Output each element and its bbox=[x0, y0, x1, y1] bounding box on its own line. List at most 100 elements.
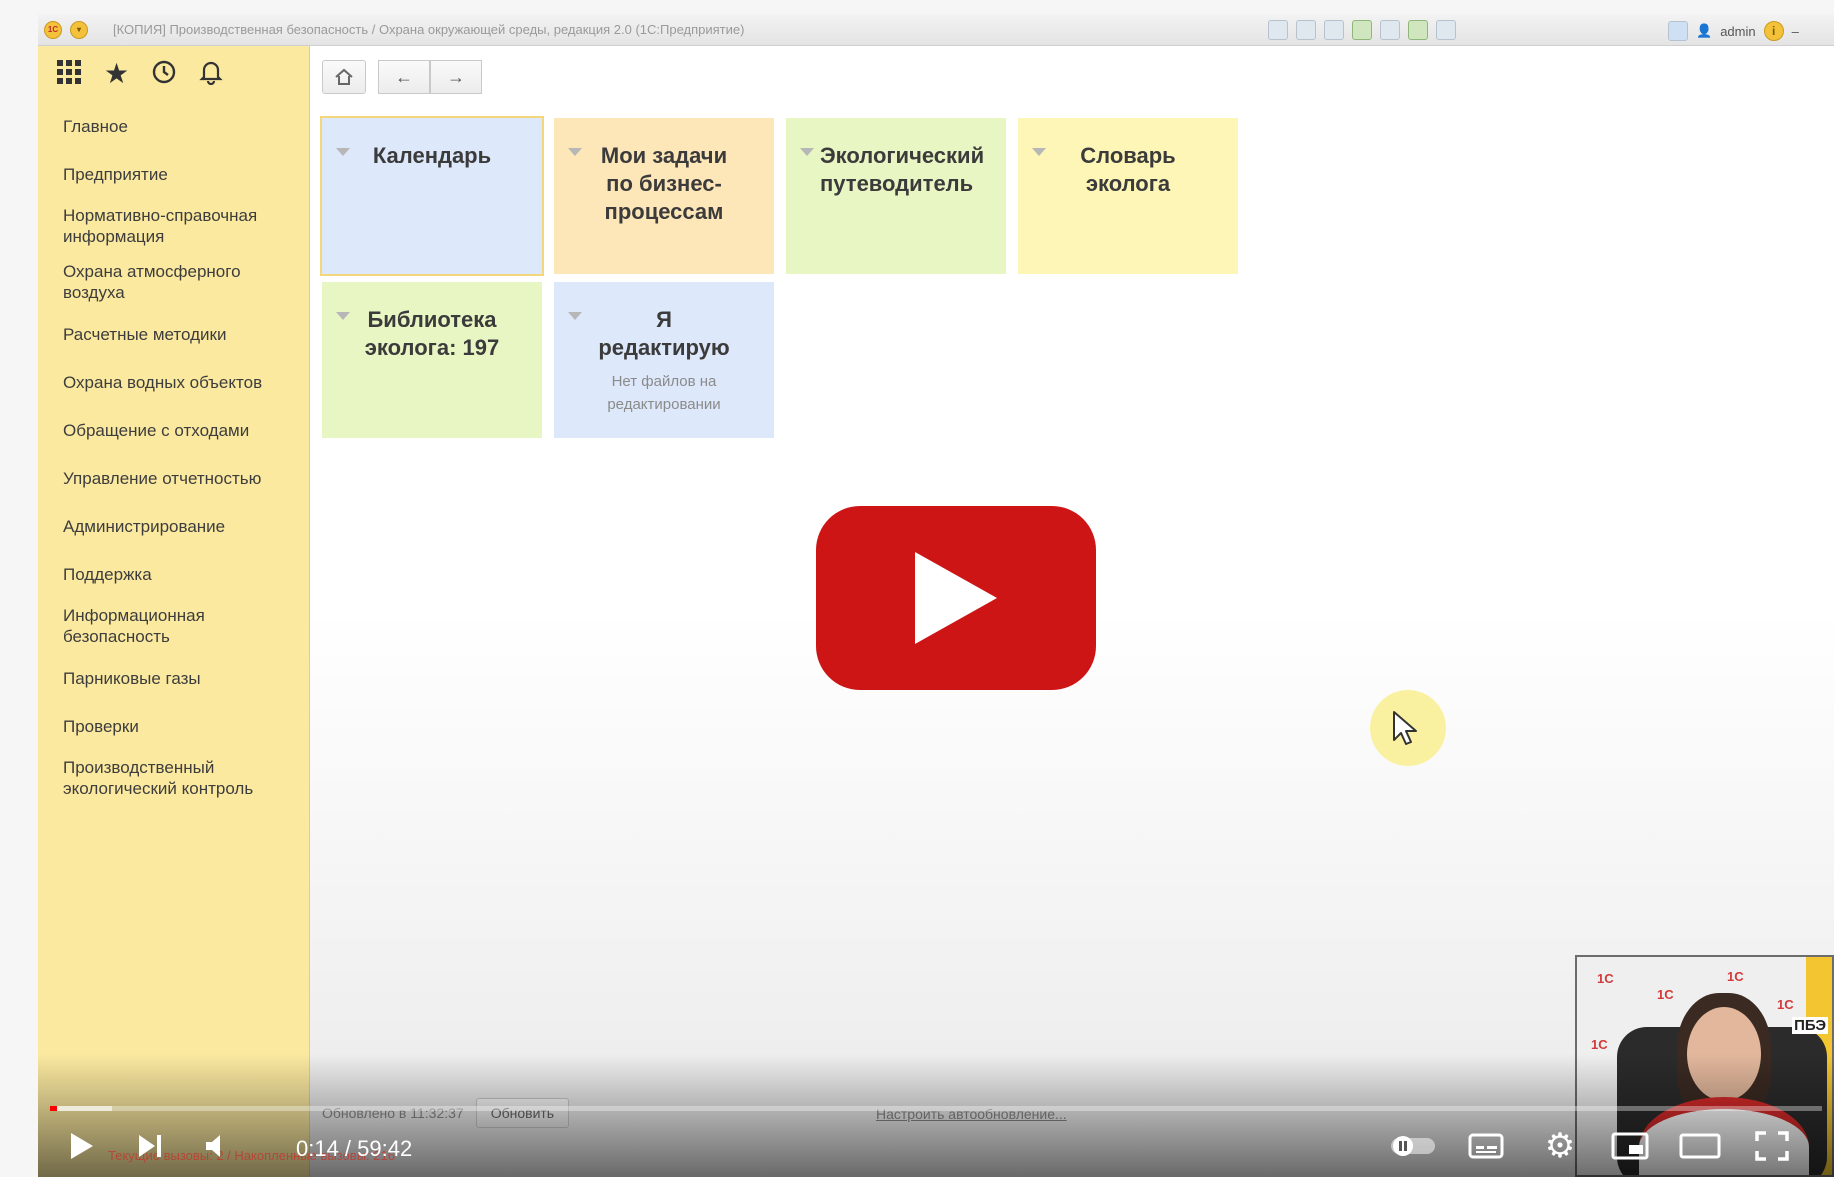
autoplay-toggle[interactable] bbox=[1388, 1124, 1440, 1168]
miniplayer-icon bbox=[1611, 1132, 1649, 1160]
forward-button[interactable]: → bbox=[430, 60, 482, 94]
sidebar-item-label: Охрана атмосферного воздуха bbox=[63, 262, 241, 302]
collapse-caret-icon[interactable] bbox=[568, 312, 582, 320]
home-tile[interactable]: Мои задачи по бизнес-процессам bbox=[554, 118, 774, 274]
sidebar-item[interactable]: Проверки bbox=[38, 702, 309, 750]
star-icon[interactable]: ★ bbox=[104, 60, 129, 88]
sidebar-item[interactable]: Управление отчетностью bbox=[38, 454, 309, 502]
minimize-icon[interactable]: ‒ bbox=[1792, 24, 1799, 39]
play-icon bbox=[915, 552, 997, 644]
fullscreen-button[interactable] bbox=[1750, 1124, 1794, 1168]
tile-title[interactable]: Экологический путеводитель bbox=[796, 142, 996, 198]
sidebar-item-label: Обращение с отходами bbox=[63, 420, 250, 440]
brand-logo-icon: 1С bbox=[1727, 969, 1744, 984]
tile-subtitle: Нет файлов на редактировании bbox=[607, 373, 721, 413]
sidebar-item[interactable]: Администрирование bbox=[38, 502, 309, 550]
sidebar-item-label: Проверки bbox=[63, 716, 139, 736]
home-tile[interactable]: Экологический путеводитель bbox=[786, 118, 1006, 274]
play-icon bbox=[71, 1133, 93, 1159]
print-icon[interactable] bbox=[1296, 20, 1316, 40]
sidebar-item-label: Парниковые газы bbox=[63, 668, 201, 688]
user-name[interactable]: admin bbox=[1720, 24, 1755, 39]
sidebar-item[interactable]: Нормативно-справочная информация bbox=[38, 198, 309, 254]
fullscreen-icon bbox=[1755, 1131, 1789, 1161]
settings-button[interactable]: ⚙ bbox=[1538, 1124, 1582, 1168]
sidebar-toolbar: ★ bbox=[38, 46, 309, 102]
sidebar-item-label: Администрирование bbox=[63, 516, 226, 536]
tile-title[interactable]: Мои задачи по бизнес-процессам bbox=[564, 142, 764, 226]
progress-bar[interactable] bbox=[50, 1106, 1822, 1111]
brand-logo-icon: 1С bbox=[1591, 1037, 1608, 1052]
sidebar-item[interactable]: Предприятие bbox=[38, 150, 309, 198]
collapse-caret-icon[interactable] bbox=[800, 148, 814, 156]
sidebar-item[interactable]: Обращение с отходами bbox=[38, 406, 309, 454]
panel-icon[interactable] bbox=[1668, 21, 1688, 41]
window-titlebar: 1С ▾ [КОПИЯ] Производственная безопаснос… bbox=[38, 14, 1834, 46]
sidebar-item[interactable]: Информационная безопасность bbox=[38, 598, 309, 654]
player-controls: 0:14 / 59:42 ⚙ bbox=[38, 1124, 1834, 1174]
navigation-bar: ← → bbox=[322, 60, 482, 94]
sidebar-item-label: Главное bbox=[63, 116, 128, 136]
mute-button[interactable] bbox=[198, 1124, 238, 1168]
tile-title[interactable]: Календарь bbox=[332, 142, 532, 170]
play-button[interactable] bbox=[816, 506, 1096, 690]
collapse-caret-icon[interactable] bbox=[568, 148, 582, 156]
sections-panel: ★ Главное Предприятие Нормативно-справочна… bbox=[38, 46, 310, 1177]
sidebar-item[interactable]: Производственный экологический контроль bbox=[38, 750, 309, 806]
home-tile[interactable]: Словарь эколога bbox=[1018, 118, 1238, 274]
history-icon[interactable] bbox=[151, 59, 177, 90]
app-logo-icon: 1С bbox=[44, 21, 62, 39]
gear-icon: ⚙ bbox=[1544, 1127, 1576, 1165]
apps-grid-icon[interactable] bbox=[56, 59, 82, 90]
collapse-caret-icon[interactable] bbox=[336, 148, 350, 156]
arrow-left-icon: ← bbox=[395, 66, 413, 87]
sidebar-item[interactable]: Поддержка bbox=[38, 550, 309, 598]
table-icon[interactable] bbox=[1408, 20, 1428, 40]
miniplayer-button[interactable] bbox=[1608, 1124, 1652, 1168]
sidebar-item[interactable]: Главное bbox=[38, 102, 309, 150]
collapse-caret-icon[interactable] bbox=[336, 312, 350, 320]
arrow-right-icon: → bbox=[447, 66, 465, 87]
subtitles-icon bbox=[1468, 1133, 1504, 1159]
history-nav: ← → bbox=[378, 60, 482, 94]
sidebar-item-label: Предприятие bbox=[63, 164, 168, 184]
play-toggle[interactable] bbox=[62, 1124, 102, 1168]
video-frame[interactable]: 1С ▾ [КОПИЯ] Производственная безопаснос… bbox=[38, 14, 1834, 1177]
tile-title[interactable]: Я редактирую bbox=[564, 306, 764, 362]
presenter-face bbox=[1687, 1007, 1761, 1101]
tile-title[interactable]: Библиотека эколога: 197 bbox=[332, 306, 532, 362]
main-menu-icon[interactable]: ▾ bbox=[70, 21, 88, 39]
tile-title[interactable]: Словарь эколога bbox=[1028, 142, 1228, 198]
sidebar-item[interactable]: Парниковые газы bbox=[38, 654, 309, 702]
collapse-caret-icon[interactable] bbox=[1032, 148, 1046, 156]
sidebar-item[interactable]: Расчетные методики bbox=[38, 310, 309, 358]
user-icon: 👤 bbox=[1696, 23, 1713, 38]
save-icon[interactable] bbox=[1268, 20, 1288, 40]
users-icon[interactable] bbox=[1352, 20, 1372, 40]
next-button[interactable] bbox=[130, 1124, 170, 1168]
subtitles-button[interactable] bbox=[1464, 1124, 1508, 1168]
autoplay-toggle-icon bbox=[1391, 1136, 1435, 1156]
sidebar-item[interactable]: Охрана атмосферного воздуха bbox=[38, 254, 309, 310]
home-tile[interactable]: Библиотека эколога: 197 bbox=[322, 282, 542, 438]
sidebar-item-label: Информационная безопасность bbox=[63, 606, 205, 646]
info-icon[interactable]: i bbox=[1763, 21, 1784, 41]
home-tile[interactable]: Я редактирую Нет файлов на редактировании bbox=[554, 282, 774, 438]
calendar-icon[interactable] bbox=[1436, 20, 1456, 40]
bell-icon[interactable] bbox=[199, 59, 223, 90]
home-icon bbox=[335, 68, 353, 85]
sidebar-item-label: Поддержка bbox=[63, 564, 152, 584]
home-button[interactable] bbox=[322, 60, 366, 94]
sidebar-item-label: Расчетные методики bbox=[63, 324, 227, 344]
theater-button[interactable] bbox=[1678, 1124, 1722, 1168]
progress-played bbox=[50, 1106, 57, 1111]
progress-buffer bbox=[50, 1106, 113, 1111]
theater-mode-icon bbox=[1679, 1133, 1721, 1159]
preview-icon[interactable] bbox=[1324, 20, 1344, 40]
user-block: 👤 admin i ‒ bbox=[1668, 21, 1799, 41]
sidebar-item[interactable]: Охрана водных объектов bbox=[38, 358, 309, 406]
link-icon[interactable] bbox=[1380, 20, 1400, 40]
back-button[interactable]: ← bbox=[378, 60, 430, 94]
brand-logo-icon: 1С bbox=[1597, 971, 1614, 986]
home-tile[interactable]: Календарь bbox=[322, 118, 542, 274]
